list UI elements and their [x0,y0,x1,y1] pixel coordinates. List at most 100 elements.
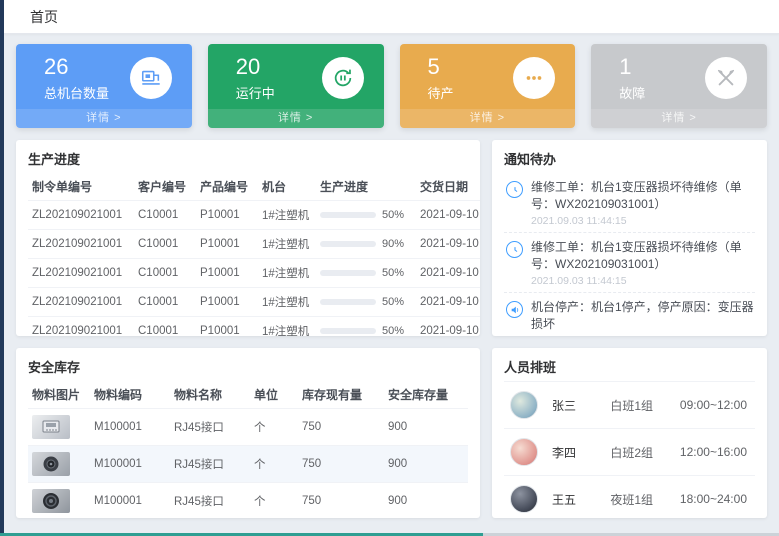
notice-body: 维修工单：机台1变压器损坏待维修（单号：WX202109031001） 2021… [531,179,755,227]
avatar [510,485,538,513]
notice-text: 维修工单：机台1变压器损坏待维修（单号：WX202109031001） [531,179,755,213]
cell-order: ZL202109021001 [28,317,134,337]
stat-card-running[interactable]: 20 运行中 详情 > [208,44,384,128]
detail-link[interactable]: 详情 > [400,109,576,128]
cell-progress: 90% [316,230,416,259]
progress-track [320,270,376,276]
table-row: M100001 RJ45接口 个 750 900 [28,483,468,519]
staff-name: 李四 [552,444,610,461]
progress-track [320,212,376,218]
table-row: ZL202109021001 C10001 P10001 1#注塑机 90% 2… [28,230,480,259]
cell-customer: C10001 [134,201,196,230]
stat-cards-row: 26 总机台数量 详情 > 20 [16,44,767,128]
cell-safety: 900 [384,483,468,519]
machine-icon [130,57,172,99]
cell-unit: 个 [250,409,298,446]
tools-icon [705,57,747,99]
notice-text: 机台停产：机台1停产，停产原因：变压器损坏 [531,299,755,333]
stat-label: 总机台数量 [44,83,109,102]
stat-card-fault[interactable]: 1 故障 详情 > [591,44,767,128]
cell-product: P10001 [196,288,258,317]
staff-row: 李四 白班2组 12:00~16:00 [504,428,755,475]
cell-progress: 50% [316,317,416,337]
speaker-photo [32,489,70,513]
column-header: 单位 [250,381,298,409]
stat-card-text: 5 待产 [428,54,454,101]
panel-title: 安全库存 [28,357,468,376]
cell-date: 2021-09-10 [416,230,480,259]
clock-icon [506,181,523,198]
panel-staff-schedule: 人员排班 张三 白班1组 09:00~12:00 李四 白班2组 12:00~1… [492,348,767,518]
stat-value: 5 [428,54,454,79]
notice-item[interactable]: 维修工单：机台1变压器损坏待维修（单号：WX202109031001） 2021… [504,173,755,233]
cell-qty: 750 [298,483,384,519]
stat-card-text: 20 运行中 [236,54,275,101]
more-dots-icon [513,57,555,99]
stat-card-body: 26 总机台数量 [16,44,192,104]
panel-production-progress: 生产进度 制令单编号 客户编号 产品编号 机台 生产进度 交货日期 [16,140,480,336]
cell-machine: 1#注塑机 [258,317,316,337]
notice-body: 机台停产：机台1停产，停产原因：变压器损坏 [531,299,755,333]
stat-card-waiting[interactable]: 5 待产 详情 > [400,44,576,128]
cell-progress: 50% [316,259,416,288]
staff-name: 张三 [552,397,610,414]
notice-item[interactable]: 维修工单：机台1变压器损坏待维修（单号：WX202109031001） 2021… [504,233,755,293]
progress-label: 50% [382,267,404,279]
stat-card-body: 5 待产 [400,44,576,104]
stat-card-body: 1 故障 [591,44,767,104]
cell-material-name: RJ45接口 [170,483,250,519]
cell-material-name: RJ45接口 [170,409,250,446]
staff-row: 王五 夜班1组 18:00~24:00 [504,475,755,518]
staff-name: 王五 [552,491,610,508]
table-header-row: 物料图片 物料编码 物料名称 单位 库存现有量 安全库存量 [28,381,468,409]
avatar [510,391,538,419]
cell-machine: 1#注塑机 [258,201,316,230]
progress-label: 50% [382,296,404,308]
cell-unit: 个 [250,446,298,483]
cell-date: 2021-09-10 [416,259,480,288]
staff-time: 18:00~24:00 [680,492,751,506]
stat-value: 26 [44,54,109,79]
table-row: M100001 RJ45接口 个 750 900 [28,446,468,483]
cell-product: P10001 [196,259,258,288]
detail-link[interactable]: 详情 > [16,109,192,128]
progress-label: 90% [382,238,404,250]
avatar [510,438,538,466]
dashboard-content: 26 总机台数量 详情 > 20 [4,34,779,526]
tab-home[interactable]: 首页 [20,0,68,34]
column-header: 物料图片 [28,381,90,409]
cell-order: ZL202109021001 [28,288,134,317]
cell-material-image [28,446,90,483]
staff-shift: 夜班1组 [610,491,680,508]
running-icon [322,57,364,99]
cell-order: ZL202109021001 [28,201,134,230]
cell-product: P10001 [196,317,258,337]
table-header-row: 制令单编号 客户编号 产品编号 机台 生产进度 交货日期 [28,173,480,201]
cell-machine: 1#注塑机 [258,230,316,259]
column-header: 交货日期 [416,173,480,201]
cell-machine: 1#注塑机 [258,288,316,317]
cell-machine: 1#注塑机 [258,259,316,288]
column-header: 机台 [258,173,316,201]
stock-table: 物料图片 物料编码 物料名称 单位 库存现有量 安全库存量 [28,381,468,518]
table-row: ZL202109021001 C10001 P10001 1#注塑机 50% 2… [28,201,480,230]
staff-shift: 白班2组 [610,444,680,461]
progress-label: 50% [382,209,404,221]
cell-material-code: M100001 [90,483,170,519]
cell-customer: C10001 [134,317,196,337]
production-table: 制令单编号 客户编号 产品编号 机台 生产进度 交货日期 ZL202109021… [28,173,480,336]
stat-value: 1 [619,54,645,79]
column-header: 制令单编号 [28,173,134,201]
cell-qty: 750 [298,446,384,483]
detail-link[interactable]: 详情 > [591,109,767,128]
staff-shift: 白班1组 [610,397,680,414]
stat-card-body: 20 运行中 [208,44,384,104]
notice-item[interactable]: 机台停产：机台1停产，停产原因：变压器损坏 [504,293,755,336]
progress-track [320,328,376,334]
staff-time: 09:00~12:00 [680,398,751,412]
detail-link[interactable]: 详情 > [208,109,384,128]
cell-order: ZL202109021001 [28,259,134,288]
stat-card-total-machines[interactable]: 26 总机台数量 详情 > [16,44,192,128]
cell-progress: 50% [316,201,416,230]
stat-label: 故障 [619,83,645,102]
